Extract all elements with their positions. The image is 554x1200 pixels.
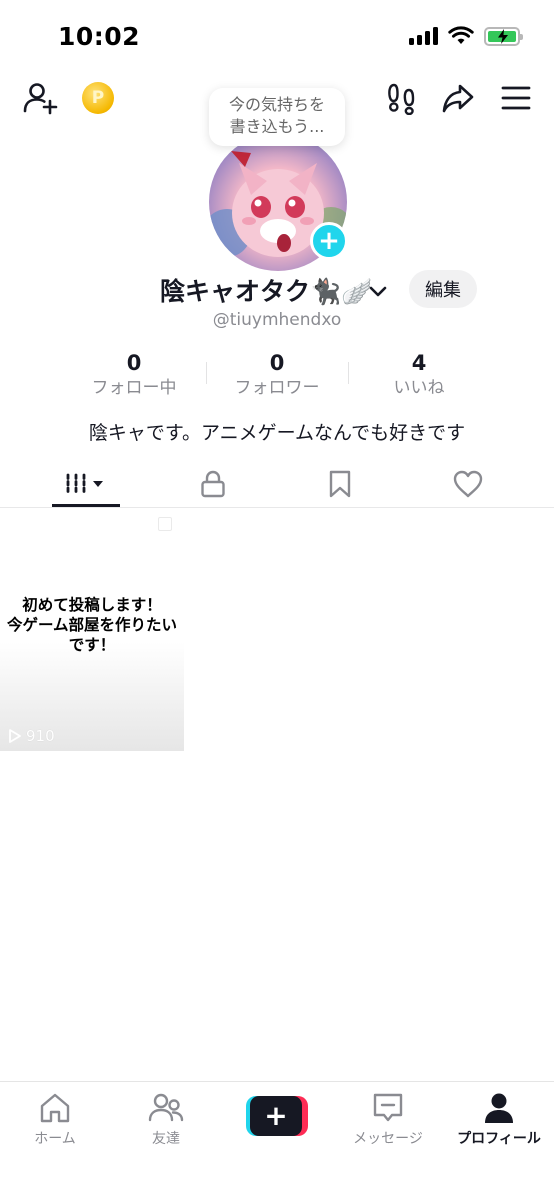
wifi-icon: [448, 26, 474, 44]
likes-label: いいね: [393, 378, 445, 398]
video-caption-line: 今ゲーム部屋を作りたい: [6, 616, 178, 634]
mood-prompt-line2: 書き込もう...: [229, 117, 325, 136]
following-stat[interactable]: 0 フォロー中: [64, 350, 204, 400]
add-avatar-plus-icon[interactable]: +: [310, 222, 348, 260]
cellular-signal-icon: [409, 27, 438, 45]
create-plus-icon: +: [250, 1096, 302, 1136]
chevron-down-icon[interactable]: [367, 280, 389, 302]
tab-videos[interactable]: [21, 460, 151, 507]
share-icon[interactable]: [438, 78, 478, 118]
mood-prompt-line1: 今の気持ちを: [228, 95, 325, 114]
video-caption-line: です！: [68, 636, 116, 654]
nav-home[interactable]: ホーム: [0, 1090, 110, 1150]
likes-stat[interactable]: 4 いいね: [349, 350, 489, 400]
bottom-nav: ホーム 友達 + メッセージ プロフィール: [0, 1081, 554, 1200]
menu-icon[interactable]: [496, 78, 536, 118]
following-count: 0: [126, 351, 142, 375]
profile-bio: 陰キャです。アニメゲームなんでも好きです: [88, 422, 466, 444]
coin-symbol: P: [91, 88, 105, 108]
nav-profile[interactable]: プロフィール: [444, 1090, 554, 1150]
status-time: 10:02: [58, 22, 141, 51]
tab-liked[interactable]: [403, 460, 533, 507]
profile-tabs: [0, 460, 554, 508]
message-icon: [373, 1093, 403, 1122]
followers-count: 0: [269, 351, 285, 375]
tab-saved[interactable]: [275, 460, 405, 507]
lock-icon: [201, 470, 225, 497]
mood-prompt-bubble[interactable]: 今の気持ちを 書き込もう...: [209, 88, 345, 146]
bookmark-icon: [329, 470, 351, 497]
pin-icon: [158, 517, 172, 531]
nav-friends[interactable]: 友達: [111, 1090, 221, 1150]
following-label: フォロー中: [91, 378, 177, 398]
followers-stat[interactable]: 0 フォロワー: [207, 350, 347, 400]
active-tab-indicator: [52, 504, 120, 507]
play-icon: [9, 729, 21, 743]
video-thumbnail[interactable]: 初めて投稿します！ 今ゲーム部屋を作りたい です！ 910: [0, 509, 184, 751]
profile-stats: 0 フォロー中 0 フォロワー 4 いいね: [0, 350, 554, 400]
display-name[interactable]: 陰キャオタク🐈‍⬛🪽: [160, 272, 372, 308]
home-icon: [40, 1093, 70, 1123]
name-row: 陰キャオタク🐈‍⬛🪽 編集: [0, 270, 554, 310]
video-caption: 初めて投稿します！ 今ゲーム部屋を作りたい です！: [0, 595, 184, 655]
heart-icon: [453, 470, 483, 497]
nav-inbox-label: メッセージ: [353, 1131, 423, 1147]
status-bar: 10:02: [0, 0, 554, 70]
create-button[interactable]: +: [246, 1096, 308, 1136]
nav-home-label: ホーム: [34, 1131, 76, 1147]
likes-count: 4: [411, 351, 427, 375]
username: @tiuymhendxo: [212, 310, 342, 330]
video-caption-line: 初めて投稿します！: [22, 596, 162, 614]
video-play-count: 910: [8, 727, 55, 745]
video-views: 910: [26, 727, 55, 745]
friends-icon: [148, 1093, 184, 1122]
nav-profile-label: プロフィール: [457, 1131, 541, 1147]
coin-icon[interactable]: P: [82, 82, 114, 114]
nav-inbox[interactable]: メッセージ: [333, 1090, 443, 1150]
battery-icon: [484, 26, 523, 46]
profile-icon: [485, 1093, 513, 1123]
add-friend-icon[interactable]: [20, 78, 60, 118]
status-icons: [409, 26, 523, 46]
followers-label: フォロワー: [234, 378, 320, 398]
edit-profile-button[interactable]: 編集: [409, 270, 477, 308]
footprint-icon[interactable]: [382, 78, 422, 118]
video-grid-icon: [66, 473, 103, 494]
nav-friends-label: 友達: [152, 1131, 180, 1147]
tab-private[interactable]: [148, 460, 278, 507]
